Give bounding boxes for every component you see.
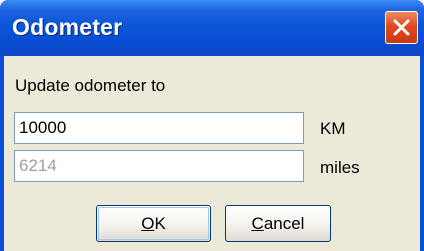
miles-input[interactable] bbox=[14, 150, 304, 182]
odometer-dialog: Odometer Update odometer to KM miles OK … bbox=[0, 0, 424, 251]
km-unit-label: KM bbox=[320, 119, 346, 138]
dialog-body: Update odometer to KM miles OK Cancel bbox=[4, 56, 420, 251]
cancel-label-rest: ancel bbox=[263, 214, 305, 233]
cancel-button[interactable]: Cancel bbox=[225, 205, 331, 242]
window-title: Odometer bbox=[12, 14, 123, 40]
update-prompt-label: Update odometer to bbox=[15, 76, 166, 95]
ok-button[interactable]: OK bbox=[96, 205, 211, 242]
ok-label-rest: K bbox=[154, 214, 166, 233]
km-input[interactable] bbox=[14, 112, 304, 144]
ok-mnemonic: O bbox=[141, 214, 155, 233]
close-icon bbox=[393, 19, 410, 36]
title-bar[interactable]: Odometer bbox=[0, 0, 424, 56]
close-button[interactable] bbox=[385, 11, 418, 44]
miles-unit-label: miles bbox=[320, 158, 360, 177]
cancel-mnemonic: C bbox=[251, 214, 264, 233]
